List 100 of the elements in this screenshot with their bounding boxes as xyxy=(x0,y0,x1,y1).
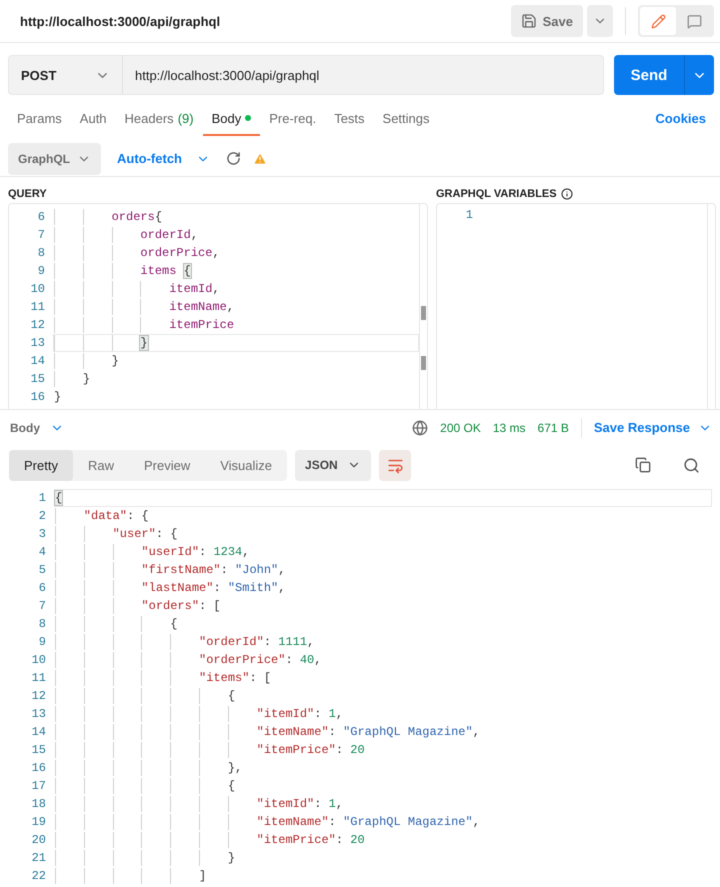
line-number: 15 xyxy=(30,372,45,386)
search-button[interactable] xyxy=(683,456,700,474)
line-number: 21 xyxy=(30,851,46,865)
code-line: "user": { xyxy=(112,527,178,541)
line-number: 7 xyxy=(38,599,46,613)
code-line: itemName, xyxy=(168,300,234,314)
line-number: 13 xyxy=(30,336,45,350)
request-title: http://localhost:3000/api/graphql xyxy=(20,14,222,28)
line-number: 13 xyxy=(30,707,46,721)
line-number: 12 xyxy=(30,318,45,332)
line-number: 10 xyxy=(30,282,45,296)
code-line: "orderPrice": 40, xyxy=(198,653,322,667)
line-number: 8 xyxy=(38,617,46,631)
code-line: ] xyxy=(198,869,206,883)
code-line: items { xyxy=(139,264,191,278)
code-line: "items": [ xyxy=(198,671,272,685)
line-number: 11 xyxy=(30,671,46,685)
line-number: 22 xyxy=(30,869,46,883)
url-field[interactable]: http://localhost:3000/api/graphql xyxy=(123,55,604,95)
request-tab[interactable]: Settings xyxy=(374,100,439,136)
code-line: "lastName": "Smith", xyxy=(140,581,286,595)
view-tab[interactable]: Raw xyxy=(72,450,129,480)
status-code: 200 OK xyxy=(440,420,481,434)
warning-button[interactable] xyxy=(253,152,267,166)
code-line: "itemId": 1, xyxy=(256,797,344,811)
line-number: 17 xyxy=(30,779,46,793)
format-select[interactable]: JSON xyxy=(295,450,372,480)
edit-view-button[interactable] xyxy=(640,7,676,35)
code-line: itemPrice xyxy=(168,318,234,332)
code-line: "orderId": 1111, xyxy=(198,635,314,649)
line-number: 16 xyxy=(30,390,45,404)
refresh-icon xyxy=(226,151,241,166)
copy-button[interactable] xyxy=(635,457,651,473)
line-number: 20 xyxy=(30,833,46,847)
line-number: 6 xyxy=(36,210,45,224)
request-tab[interactable]: Tests xyxy=(325,100,374,136)
line-number: 9 xyxy=(36,264,45,278)
tab-label: Body xyxy=(212,110,242,126)
save-button[interactable]: Save xyxy=(510,5,583,37)
code-line: } xyxy=(82,372,90,386)
code-line: } xyxy=(54,390,62,404)
code-line: { xyxy=(169,617,178,631)
line-number: 9 xyxy=(38,635,46,649)
tab-count: (9) xyxy=(178,110,194,126)
save-response-button[interactable]: Save Response xyxy=(594,420,712,435)
response-size: 671 B xyxy=(538,420,569,434)
variables-editor[interactable]: 1 xyxy=(436,203,716,409)
globe-icon[interactable] xyxy=(412,420,428,436)
info-icon[interactable] xyxy=(560,188,573,200)
method-select[interactable]: POST xyxy=(8,55,123,95)
line-number: 12 xyxy=(30,689,46,703)
line-number: 4 xyxy=(38,545,46,559)
line-number: 18 xyxy=(30,797,46,811)
code-line: "itemPrice": 20 xyxy=(256,743,365,757)
code-line: "orders": [ xyxy=(140,599,221,613)
request-tab[interactable]: Auth xyxy=(70,100,116,136)
code-line: { xyxy=(226,779,236,793)
wrap-lines-button[interactable] xyxy=(379,450,412,480)
line-number: 3 xyxy=(38,527,46,541)
scrollbar[interactable] xyxy=(419,204,427,409)
response-time: 13 ms xyxy=(492,420,526,434)
tab-label: Tests xyxy=(334,110,365,126)
code-line: } xyxy=(110,354,119,368)
view-tab[interactable]: Preview xyxy=(128,450,206,480)
pencil-icon xyxy=(650,14,666,28)
line-number: 16 xyxy=(30,761,46,775)
auto-fetch-dropdown[interactable]: Auto-fetch xyxy=(113,151,214,166)
comment-icon xyxy=(686,14,702,28)
cookies-link[interactable]: Cookies xyxy=(655,110,712,126)
send-button[interactable]: Send xyxy=(614,55,684,95)
request-tab[interactable]: Pre-req. xyxy=(260,100,326,136)
code-line: "itemPrice": 20 xyxy=(256,833,365,847)
line-number: 7 xyxy=(36,228,45,242)
code-line: "itemName": "GraphQL Magazine", xyxy=(256,725,480,739)
query-editor[interactable]: 6 orders{ 7 orderId, 8 orderPrice, 9 items { 10 itemId, 11 itemName, 12 itemPrice 13 } 14 } 15 } 16 } xyxy=(8,203,428,409)
tab-label: Settings xyxy=(382,110,430,126)
line-number: 5 xyxy=(38,563,46,577)
line-number: 2 xyxy=(38,509,46,523)
code-line: "itemName": "GraphQL Magazine", xyxy=(256,815,480,829)
response-section-dropdown[interactable]: Body xyxy=(10,420,64,434)
save-icon xyxy=(520,13,537,29)
line-number: 11 xyxy=(30,300,45,314)
request-tab[interactable]: Headers (9) xyxy=(116,100,203,136)
code-line: } xyxy=(226,851,236,865)
body-mode-select[interactable]: GraphQL xyxy=(8,142,101,174)
request-tab[interactable]: Body xyxy=(202,100,260,136)
code-line: "itemId": 1, xyxy=(256,707,344,721)
tab-label: Headers xyxy=(124,110,174,126)
code-line: "userId": 1234, xyxy=(140,545,250,559)
refresh-button[interactable] xyxy=(226,151,241,166)
line-number: 15 xyxy=(30,743,46,757)
line-number: 8 xyxy=(36,246,45,260)
code-line: itemId, xyxy=(168,282,220,296)
view-tab[interactable]: Pretty xyxy=(9,450,73,480)
code-line: "firstName": "John", xyxy=(140,563,286,577)
view-tab[interactable]: Visualize xyxy=(205,450,288,480)
send-options-button[interactable] xyxy=(684,55,714,95)
line-number: 19 xyxy=(30,815,46,829)
code-line: { xyxy=(226,689,236,703)
request-tab[interactable]: Params xyxy=(8,100,71,136)
